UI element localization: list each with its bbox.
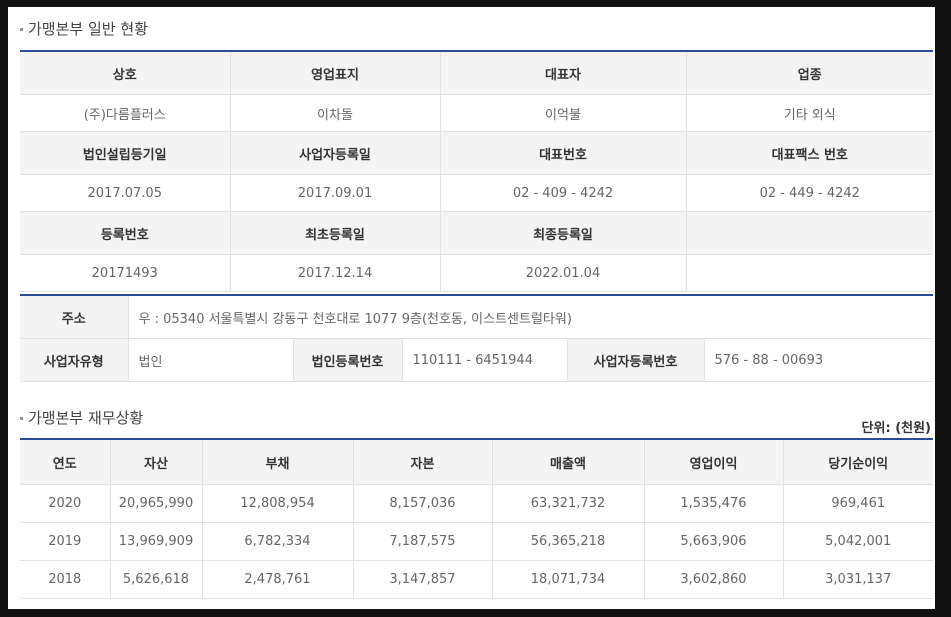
year-cell: 2019 [20,522,111,561]
liabilities-cell: 2,478,761 [202,560,354,599]
assets-cell: 5,626,618 [110,560,203,599]
table-row: 상호 영업표지 대표자 업종 [20,51,933,95]
year-cell: 2018 [20,560,111,599]
net-income-cell: 3,031,137 [783,560,933,599]
header-operating-income: 영업이익 [644,439,784,485]
first-reg-date-value: 2017.12.14 [230,254,441,292]
header-biz-reg-no: 사업자등록번호 [567,338,705,382]
net-income-cell: 969,461 [783,484,933,523]
revenue-cell: 56,365,218 [492,522,645,561]
revenue-cell: 63,321,732 [492,484,645,523]
last-reg-date-value: 2022.01.04 [440,254,687,292]
table-row: (주)다름플러스 이차돌 이억불 기타 외식 [20,94,933,132]
finance-section-title: 가맹본부 재무상황 [20,407,143,428]
table-row: 사업자유형 법인 법인등록번호 110111 - 6451944 사업자등록번호… [20,338,934,382]
address-value: 우 : 05340 서울특별시 강동구 천호대로 1077 9층(천호동, 이스… [128,295,934,339]
header-liabilities: 부채 [202,439,354,485]
header-fax: 대표팩스 번호 [686,131,933,175]
header-business-reg-date: 사업자등록일 [230,131,441,175]
biz-reg-no-value: 576 - 88 - 00693 [704,338,934,382]
assets-cell: 13,969,909 [110,522,203,561]
equity-cell: 7,187,575 [353,522,493,561]
header-industry: 업종 [686,51,933,95]
revenue-cell: 18,071,734 [492,560,645,599]
header-trade-name: 상호 [20,51,231,95]
assets-cell: 20,965,990 [110,484,203,523]
registration-no-value: 20171493 [20,254,231,292]
header-incorporation-date: 법인설립등기일 [20,131,231,175]
header-revenue: 매출액 [492,439,645,485]
header-assets: 자산 [110,439,203,485]
operating-income-cell: 1,535,476 [644,484,784,523]
address-table: 주소 우 : 05340 서울특별시 강동구 천호대로 1077 9층(천호동,… [20,294,934,382]
liabilities-cell: 6,782,334 [202,522,354,561]
brand-value: 이차돌 [230,94,441,132]
header-registration-no: 등록번호 [20,211,231,255]
table-row: 2019 13,969,909 6,782,334 7,187,575 56,3… [20,522,933,561]
table-row: 2018 5,626,618 2,478,761 3,147,857 18,07… [20,560,933,599]
finance-table: 연도 자산 부채 자본 매출액 영업이익 당기순이익 2020 20,965,9… [20,438,933,599]
business-reg-date-value: 2017.09.01 [230,174,441,212]
business-type-value: 법인 [128,338,294,382]
header-empty [686,211,933,255]
bullet-icon [20,417,23,420]
header-year: 연도 [20,439,111,485]
general-title-text: 가맹본부 일반 현황 [28,20,148,38]
header-net-income: 당기순이익 [783,439,933,485]
table-row: 연도 자산 부채 자본 매출액 영업이익 당기순이익 [20,439,933,485]
year-cell: 2020 [20,484,111,523]
industry-value: 기타 외식 [686,94,933,132]
liabilities-cell: 12,808,954 [202,484,354,523]
equity-cell: 3,147,857 [353,560,493,599]
finance-title-text: 가맹본부 재무상황 [28,409,144,427]
trade-name-value: (주)다름플러스 [20,94,231,132]
header-phone: 대표번호 [440,131,687,175]
operating-income-cell: 3,602,860 [644,560,784,599]
general-section-title: 가맹본부 일반 현황 [20,18,148,39]
header-equity: 자본 [353,439,493,485]
table-row: 20171493 2017.12.14 2022.01.04 [20,254,933,292]
table-row: 2020 20,965,990 12,808,954 8,157,036 63,… [20,484,933,523]
header-last-reg-date: 최종등록일 [440,211,687,255]
header-first-reg-date: 최초등록일 [230,211,441,255]
bullet-icon [20,28,23,31]
operating-income-cell: 5,663,906 [644,522,784,561]
content-panel: 가맹본부 일반 현황 상호 영업표지 대표자 업종 (주)다름플러스 이차돌 이… [8,7,935,609]
phone-value: 02 - 409 - 4242 [440,174,687,212]
empty-value [686,254,933,292]
net-income-cell: 5,042,001 [783,522,933,561]
table-row: 주소 우 : 05340 서울특별시 강동구 천호대로 1077 9층(천호동,… [20,295,934,339]
header-corp-reg-no: 법인등록번호 [293,338,403,382]
header-business-type: 사업자유형 [20,338,129,382]
ceo-value: 이억불 [440,94,687,132]
general-info-table: 상호 영업표지 대표자 업종 (주)다름플러스 이차돌 이억불 기타 외식 법인… [20,50,933,292]
table-row: 2017.07.05 2017.09.01 02 - 409 - 4242 02… [20,174,933,212]
table-row: 등록번호 최초등록일 최종등록일 [20,211,933,255]
unit-label: 단위: (천원) [861,421,931,436]
table-row: 법인설립등기일 사업자등록일 대표번호 대표팩스 번호 [20,131,933,175]
header-address: 주소 [20,295,129,339]
header-ceo: 대표자 [440,51,687,95]
corp-reg-no-value: 110111 - 6451944 [402,338,568,382]
fax-value: 02 - 449 - 4242 [686,174,933,212]
equity-cell: 8,157,036 [353,484,493,523]
incorporation-date-value: 2017.07.05 [20,174,231,212]
header-brand: 영업표지 [230,51,441,95]
